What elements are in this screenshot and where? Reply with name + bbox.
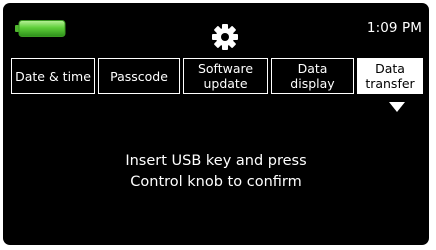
instruction-line-2: Control knob to confirm bbox=[130, 174, 302, 190]
clock-time: 1:09 PM bbox=[366, 20, 422, 36]
tab-label-line2: update bbox=[203, 76, 248, 91]
settings-tab-bar: Date & time Passcode Software update Dat… bbox=[11, 58, 423, 98]
tab-date-time[interactable]: Date & time bbox=[11, 58, 95, 94]
instruction-line-1: Insert USB key and press bbox=[125, 153, 307, 169]
tab-label-line1: Data bbox=[375, 61, 405, 76]
instruction-message: Insert USB key and press Control knob to… bbox=[3, 151, 429, 193]
gear-icon[interactable] bbox=[211, 23, 239, 51]
tab-label-line1: Data bbox=[297, 61, 328, 76]
tab-software-update[interactable]: Software update bbox=[183, 58, 268, 94]
battery-full-icon bbox=[15, 20, 66, 37]
tab-label: Passcode bbox=[110, 68, 168, 84]
tab-label-line2: transfer bbox=[365, 76, 415, 91]
tab-label-line1: Software bbox=[197, 61, 254, 76]
device-screen: 1:09 PM Date & time Passcode Software up… bbox=[0, 0, 436, 250]
tab-data-display[interactable]: Data display bbox=[271, 58, 354, 94]
display-panel: 1:09 PM Date & time Passcode Software up… bbox=[3, 3, 429, 245]
tab-data-transfer[interactable]: Data transfer bbox=[357, 58, 423, 94]
active-tab-pointer-icon bbox=[389, 102, 405, 112]
tab-label: Date & time bbox=[15, 68, 91, 84]
tab-passcode[interactable]: Passcode bbox=[98, 58, 180, 94]
tab-label-line2: display bbox=[290, 76, 335, 91]
